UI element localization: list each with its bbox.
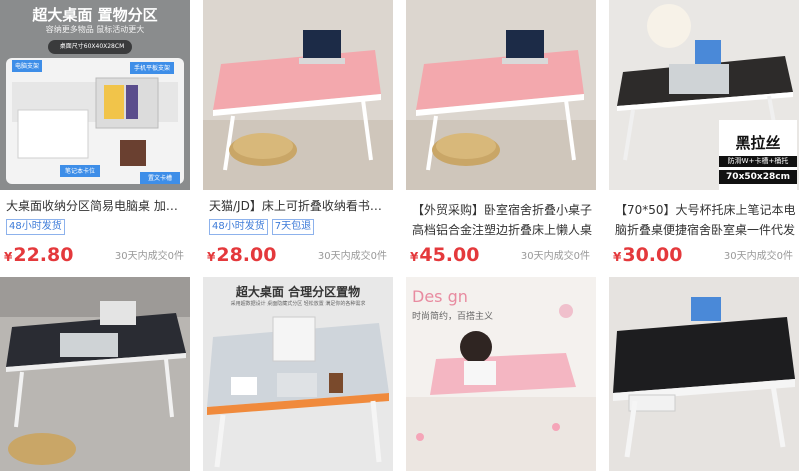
image-subheadline: 容纳更多物品 鼠标活动更大: [45, 25, 145, 34]
price-value: 28.00: [216, 244, 277, 266]
product-title[interactable]: 天猫/JD】床上可折叠收纳看书桌笔记本: [209, 196, 391, 216]
product-image[interactable]: [203, 0, 393, 190]
product-card[interactable]: [609, 277, 799, 471]
product-tags: 48小时发货: [6, 219, 65, 235]
badge-size: 70x50x28cm: [719, 170, 797, 184]
shipping-tag: 48小时发货: [6, 219, 65, 235]
product-image[interactable]: [406, 0, 596, 190]
image-headline: Des gn: [412, 287, 468, 306]
image-callout: 手机平板支架: [133, 65, 170, 72]
currency-symbol: ¥: [410, 250, 419, 264]
product-card[interactable]: Des gn 时尚简约，百搭主义: [406, 277, 596, 471]
currency-symbol: ¥: [207, 250, 216, 264]
product-price: ¥45.00: [410, 243, 479, 269]
product-price: ¥28.00: [207, 243, 276, 269]
product-image[interactable]: 超大桌面 置物分区 容纳更多物品 鼠标活动更大 桌面尺寸60X40X28CM 电…: [0, 0, 190, 190]
image-callout: 笔记本卡位: [64, 168, 95, 175]
badge-feature: 防滑W+卡槽+桶托: [719, 156, 797, 167]
product-card[interactable]: 超大桌面 置物分区 容纳更多物品 鼠标活动更大 桌面尺寸60X40X28CM 电…: [0, 0, 190, 270]
product-card[interactable]: 超大桌面 合理分区置物 采用超数据设计 桌面隐藏式分区 轻松放置 满足你的各种需…: [203, 277, 393, 471]
price-value: 22.80: [13, 244, 74, 266]
currency-symbol: ¥: [613, 250, 622, 264]
product-card[interactable]: 【外贸采购】卧室宿舍折叠小桌子高档铝合金注塑边折叠床上懒人桌 ¥45.00 30…: [406, 0, 596, 270]
price-value: 30.00: [622, 244, 683, 266]
product-grid: 超大桌面 置物分区 容纳更多物品 鼠标活动更大 桌面尺寸60X40X28CM 电…: [0, 0, 800, 471]
price-value: 45.00: [419, 244, 480, 266]
shipping-tag: 48小时发货: [209, 219, 268, 235]
product-image[interactable]: [0, 277, 190, 471]
product-image[interactable]: 超大桌面 合理分区置物 采用超数据设计 桌面隐藏式分区 轻松放置 满足你的各种需…: [203, 277, 393, 471]
badge-title: 黑拉丝: [735, 134, 781, 152]
product-title[interactable]: 【70*50】大号杯托床上笔记本电脑折叠桌便捷宿舍卧室桌一件代发: [615, 200, 797, 240]
image-subheadline: 采用超数据设计 桌面隐藏式分区 轻松放置 满足你的各种需求: [230, 301, 366, 307]
product-price: ¥22.80: [4, 243, 73, 269]
sales-count: 30天内成交0件: [723, 251, 793, 262]
product-price: ¥30.00: [613, 243, 682, 269]
product-image[interactable]: Des gn 时尚简约，百搭主义: [406, 277, 596, 471]
sales-count: 30天内成交0件: [114, 251, 184, 262]
product-card[interactable]: 黑拉丝 防滑W+卡槽+桶托 70x50x28cm 【70*50】大号杯托床上笔记…: [609, 0, 799, 270]
sales-count: 30天内成交0件: [317, 251, 387, 262]
image-size-badge: 桌面尺寸60X40X28CM: [59, 43, 125, 50]
product-image[interactable]: 黑拉丝 防滑W+卡槽+桶托 70x50x28cm: [609, 0, 799, 190]
image-subheadline: 时尚简约，百搭主义: [412, 312, 494, 322]
image-headline: 超大桌面 合理分区置物: [235, 285, 361, 299]
product-card[interactable]: [0, 277, 190, 471]
product-title[interactable]: 【外贸采购】卧室宿舍折叠小桌子高档铝合金注塑边折叠床上懒人桌: [412, 200, 594, 240]
product-title[interactable]: 大桌面收纳分区简易电脑桌 加大加厚: [6, 196, 188, 216]
return-tag: 7天包退: [271, 219, 315, 235]
product-image[interactable]: [609, 277, 799, 471]
image-headline: 超大桌面 置物分区: [32, 6, 158, 24]
sales-count: 30天内成交0件: [520, 251, 590, 262]
image-callout: 电脑支架: [14, 63, 39, 70]
currency-symbol: ¥: [4, 250, 13, 264]
product-tags: 48小时发货 7天包退: [209, 219, 315, 235]
product-card[interactable]: 天猫/JD】床上可折叠收纳看书桌笔记本 48小时发货 7天包退 ¥28.00 3…: [203, 0, 393, 270]
image-callout: 置文卡槽: [147, 175, 172, 182]
